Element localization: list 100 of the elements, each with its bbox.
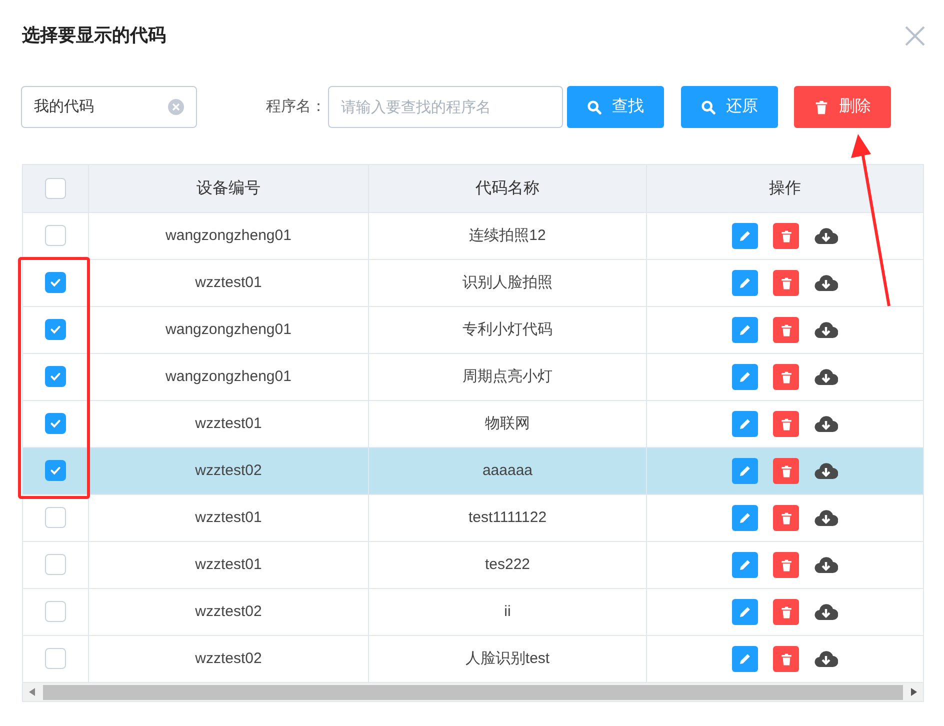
program-field[interactable]: 请输入要查找的程序名 [328,86,563,128]
delete-row-button[interactable] [773,270,799,296]
edit-button[interactable] [732,505,758,531]
table-cell-text: ii [504,602,511,622]
edit-button[interactable] [732,599,758,625]
edit-button[interactable] [732,646,758,672]
table-row[interactable]: wangzongzheng01 连续拍照12 [23,212,923,259]
table-cell-text: wzztest01 [195,272,262,293]
delete-row-button[interactable] [773,505,799,531]
edit-button[interactable] [732,552,758,578]
pencil-icon [738,652,752,666]
edit-button[interactable] [732,223,758,249]
table-cell-text: wangzongzheng01 [166,226,292,246]
table-cell-text: wzztest01 [195,554,262,575]
column-header: 设备编号 [196,178,260,198]
pencil-icon [738,511,752,525]
checkbox[interactable] [45,460,66,480]
table-row[interactable]: wangzongzheng01 周期点亮小灯 [23,353,923,400]
scroll-right-icon[interactable] [911,688,917,696]
edit-button[interactable] [732,458,758,484]
delete-row-button[interactable] [773,599,799,625]
clear-icon[interactable] [168,99,184,115]
delete-row-button[interactable] [773,364,799,390]
trash-icon [780,230,792,242]
table-row[interactable]: wzztest01 tes222 [23,541,923,588]
table-row[interactable]: wzztest01 物联网 [23,400,923,447]
delete-row-button[interactable] [773,223,799,249]
checkbox[interactable] [45,554,66,574]
download-cloud-icon[interactable] [814,649,838,669]
download-cloud-icon[interactable] [814,414,838,434]
delete-row-button[interactable] [773,411,799,437]
table-cell-text: 人脸识别test [465,648,550,669]
pencil-icon [738,276,752,290]
trash-icon [780,512,792,524]
delete-row-button[interactable] [773,646,799,672]
column-header: 操作 [769,178,801,198]
trash-icon [780,558,792,572]
column-header: 代码名称 [476,178,540,198]
checkbox[interactable] [45,506,66,528]
pencil-icon [738,229,752,243]
table-cell-text: aaaaaa [482,460,533,481]
checkbox[interactable] [45,272,66,292]
edit-button[interactable] [732,364,758,390]
edit-button[interactable] [732,270,758,296]
checkbox[interactable] [45,318,66,340]
table-cell-text: 专利小灯代码 [462,320,552,340]
program-label: 程序名： [266,96,326,117]
table-cell-text: wangzongzheng01 [166,366,292,387]
table-row[interactable]: wzztest02 ii [23,588,923,635]
table-row[interactable]: wangzongzheng01 专利小灯代码 [23,306,923,353]
checkbox[interactable] [45,648,66,668]
trash-icon [780,464,792,478]
table-cell-text: 连续拍照12 [469,226,546,246]
table-row[interactable]: wzztest02 人脸识别test [23,635,923,682]
search-icon [701,100,716,114]
edit-button[interactable] [732,411,758,437]
download-cloud-icon[interactable] [814,602,838,622]
download-cloud-icon[interactable] [814,461,838,481]
trash-icon [780,276,792,290]
delete-row-button[interactable] [773,317,799,343]
delete-row-button[interactable] [773,458,799,484]
checkbox[interactable] [45,600,66,622]
edit-button[interactable] [732,317,758,343]
source-select[interactable]: 我的代码 [21,86,197,128]
dialog-title: 选择要显示的代码 [22,24,166,47]
download-cloud-icon[interactable] [814,320,838,340]
download-cloud-icon[interactable] [814,273,838,293]
table-cell-text: tes222 [484,554,530,575]
horizontal-scrollbar[interactable] [23,682,923,701]
checkbox[interactable] [45,178,66,199]
pencil-icon [738,605,752,619]
table-cell-text: test1111122 [468,508,547,528]
table-cell-text: 物联网 [485,414,530,434]
table-cell-text: wzztest01 [195,414,262,434]
delete-row-button[interactable] [773,552,799,578]
pencil-icon [738,464,752,478]
trash-icon [780,370,792,384]
download-cloud-icon[interactable] [814,367,838,387]
checkbox[interactable] [45,224,66,246]
table-cell-text: wzztest02 [195,602,262,622]
download-cloud-icon[interactable] [814,555,838,575]
search-icon [587,100,602,114]
download-cloud-icon[interactable] [814,226,838,246]
trash-icon [780,606,792,618]
checkbox[interactable] [45,366,66,386]
table-cell-text: 识别人脸拍照 [462,272,552,293]
checkbox[interactable] [45,412,66,434]
close-icon[interactable] [904,24,926,46]
table-row[interactable]: wzztest02 aaaaaa [23,447,923,494]
table-row[interactable]: wzztest01 test1111122 [23,494,923,541]
scroll-left-icon[interactable] [29,688,35,696]
table-cell-text: wzztest02 [195,648,262,669]
pencil-icon [738,558,752,572]
pencil-icon [738,370,752,384]
pencil-icon [738,417,752,431]
download-cloud-icon[interactable] [814,508,838,528]
table-cell-text: wzztest02 [195,460,262,481]
table-cell-text: wangzongzheng01 [166,320,292,340]
table-cell-text: 周期点亮小灯 [462,366,552,387]
trash-icon [780,324,792,336]
